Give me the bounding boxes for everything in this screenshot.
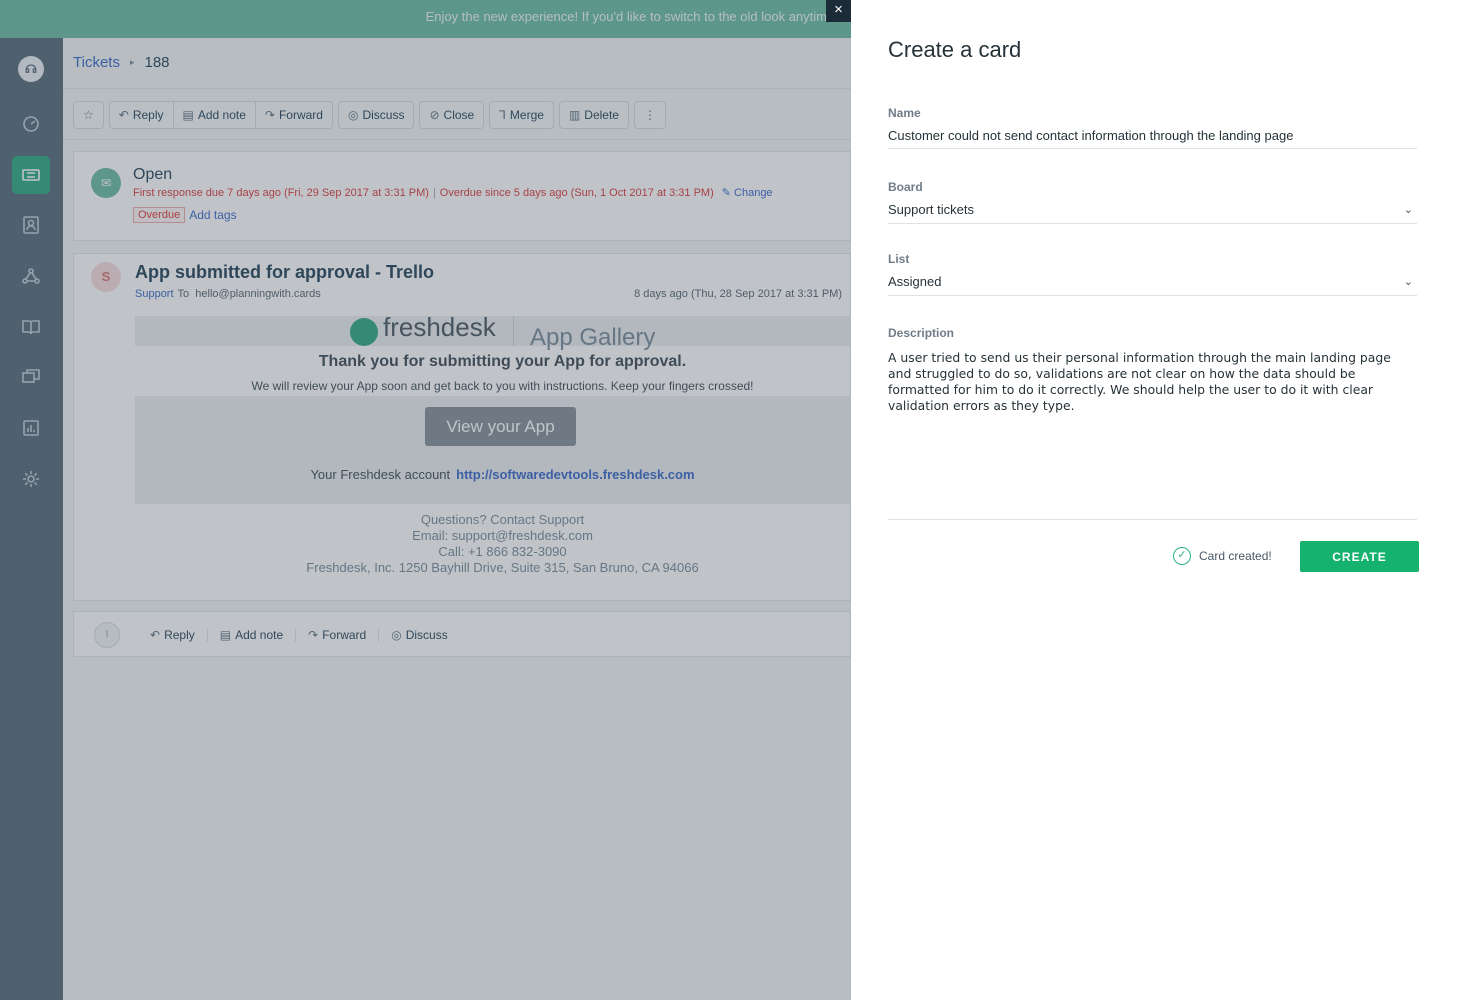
list-select[interactable]: Assigned ⌄ [888,270,1417,296]
card-created-text: Card created! [1199,549,1272,563]
chevron-down-icon: ⌄ [1403,276,1413,288]
modal-backdrop[interactable] [0,0,851,1000]
list-label: List [888,252,910,266]
name-label: Name [888,106,921,120]
name-input[interactable] [888,123,1417,149]
chevron-down-icon: ⌄ [1403,204,1413,216]
create-button[interactable]: CREATE [1300,541,1419,572]
create-card-panel: Create a card Name Board Support tickets… [851,0,1460,1000]
list-value: Assigned [888,274,942,289]
close-panel-button[interactable]: × [826,0,851,22]
card-created-status: ✓ Card created! [1173,547,1272,565]
check-circle-icon: ✓ [1173,547,1191,565]
description-textarea[interactable]: A user tried to send us their personal i… [888,350,1417,520]
panel-title: Create a card [888,37,1022,62]
description-label: Description [888,326,955,340]
board-value: Support tickets [888,202,974,217]
board-label: Board [888,180,923,194]
board-select[interactable]: Support tickets ⌄ [888,198,1417,224]
close-icon: × [834,1,843,18]
